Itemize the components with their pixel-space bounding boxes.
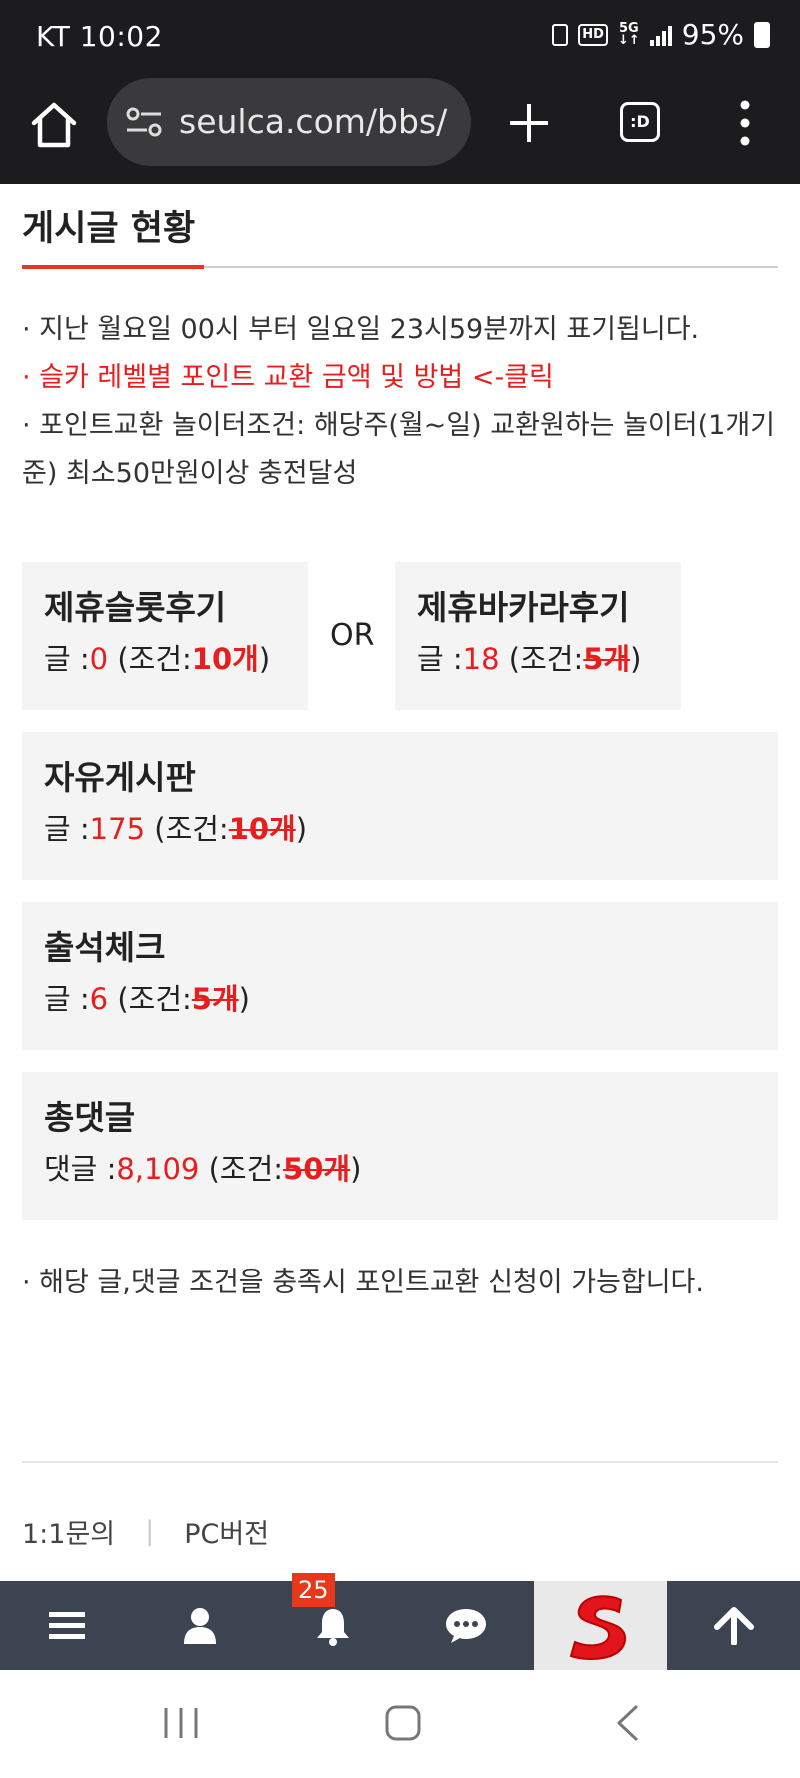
home-icon[interactable] [28, 99, 80, 151]
scroll-top-button[interactable] [667, 1581, 800, 1670]
site-logo-button[interactable] [534, 1581, 667, 1670]
recent-apps-icon[interactable] [162, 1706, 200, 1740]
url-bar[interactable]: seulca.com/bbs/ [107, 78, 471, 166]
board-stats: 글 :18 (조건:5개) [417, 642, 642, 676]
section-header: 게시글 현황 [22, 184, 778, 269]
bottom-nav: 25 [0, 1573, 800, 1670]
chat-icon [445, 1608, 486, 1643]
board-stats: 글 :175 (조건:10개) [44, 812, 308, 846]
site-settings-icon[interactable] [125, 106, 163, 138]
board-title: 자유게시판 [44, 758, 196, 797]
home-nav-icon[interactable] [384, 1704, 422, 1742]
condition-value: 50개 [283, 1152, 351, 1186]
condition-value: 5개 [191, 982, 239, 1016]
post-count: 6 [89, 982, 109, 1016]
new-tab-icon[interactable] [506, 100, 552, 146]
board-stats: 댓글 :8,109 (조건:50개) [44, 1152, 362, 1186]
pc-version-link[interactable]: PC버전 [184, 1512, 269, 1551]
board-box-slot: 제휴슬롯후기 글 :0 (조건:10개) [22, 562, 308, 710]
status-icons: HD 5G ↓↑ 95% [552, 18, 770, 51]
5g-icon: 5G ↓↑ [617, 20, 640, 48]
title-underline [22, 265, 204, 269]
exchange-note: · 해당 글,댓글 조건을 충족시 포인트교환 신청이 가능합니다. [22, 1267, 704, 1298]
hd-voice-icon: HD [578, 23, 608, 46]
board-box-comments: 총댓글 댓글 :8,109 (조건:50개) [22, 1072, 778, 1220]
board-stats: 글 :6 (조건:5개) [44, 982, 250, 1016]
page-title: 게시글 현황 [22, 209, 196, 249]
note-period: · 지난 월요일 00시 부터 일요일 23시59분까지 표기됩니다. [22, 314, 700, 345]
condition-value: 5개 [583, 642, 631, 676]
board-title: 제휴슬롯후기 [44, 588, 227, 627]
browser-toolbar: seulca.com/bbs/ :D [0, 74, 800, 184]
status-bar: KT 10:02 HD 5G ↓↑ 95% [0, 0, 800, 74]
footer-divider [22, 1461, 778, 1463]
board-box-free: 자유게시판 글 :175 (조건:10개) [22, 732, 778, 880]
menu-button[interactable] [0, 1581, 133, 1670]
bell-icon [316, 1608, 349, 1646]
system-nav-bar [0, 1670, 800, 1778]
signal-icon [649, 24, 672, 46]
user-icon [183, 1607, 216, 1644]
board-box-baccarat: 제휴바카라후기 글 :18 (조건:5개) [395, 562, 681, 710]
footer-links: 1:1문의 | PC버전 [22, 1512, 269, 1551]
or-label: OR [330, 618, 375, 653]
board-title: 출석체크 [44, 928, 166, 967]
post-count: 0 [89, 642, 109, 676]
notification-badge: 25 [292, 1573, 335, 1607]
note-exchange-link[interactable]: · 슬카 레벨별 포인트 교환 금액 및 방법 <-클릭 [22, 354, 778, 402]
battery-percent: 95% [681, 18, 744, 51]
back-icon[interactable] [614, 1704, 640, 1742]
sim-icon [552, 23, 569, 46]
board-box-attendance: 출석체크 글 :6 (조건:5개) [22, 902, 778, 1050]
partner-review-row: 제휴슬롯후기 글 :0 (조건:10개) OR 제휴바카라후기 글 :18 (조… [22, 562, 778, 710]
post-count: 175 [89, 812, 146, 846]
condition-value: 10개 [191, 642, 259, 676]
carrier-time: KT 10:02 [36, 20, 163, 53]
url-text[interactable]: seulca.com/bbs/ [179, 102, 459, 141]
arrow-up-icon [713, 1606, 754, 1645]
post-count: 18 [462, 642, 500, 676]
menu-icon [48, 1611, 85, 1639]
battery-icon [754, 21, 770, 48]
main-content: 게시글 현황 · 지난 월요일 00시 부터 일요일 23시59분까지 표기됩니… [22, 184, 778, 1299]
board-title: 총댓글 [44, 1098, 136, 1137]
notes-list: · 지난 월요일 00시 부터 일요일 23시59분까지 표기됩니다. · 슬카… [22, 306, 778, 498]
board-title: 제휴바카라후기 [417, 588, 630, 627]
chat-button[interactable] [399, 1581, 532, 1670]
profile-button[interactable] [133, 1581, 266, 1670]
comment-count: 8,109 [116, 1152, 200, 1186]
note-condition: · 포인트교환 놀이터조건: 해당주(월~일) 교환원하는 놀이터(1개기준) … [22, 410, 775, 489]
site-logo [569, 1594, 626, 1660]
condition-value: 10개 [228, 812, 296, 846]
board-stats: 글 :0 (조건:10개) [44, 642, 271, 676]
more-menu-icon[interactable] [738, 98, 752, 148]
footer-separator: | [145, 1516, 155, 1547]
tab-switcher-button[interactable]: :D [620, 102, 660, 142]
inquiry-link[interactable]: 1:1문의 [22, 1512, 115, 1551]
